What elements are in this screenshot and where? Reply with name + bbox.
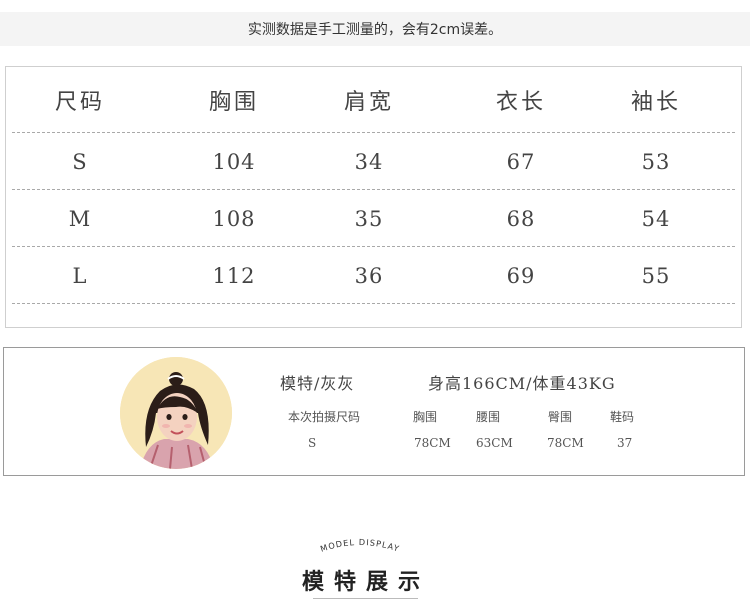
measurement-notice: 实测数据是手工测量的，会有2cm误差。 bbox=[0, 12, 750, 46]
cell-bust: 108 bbox=[212, 206, 256, 231]
model-header-bust: 胸围 bbox=[413, 410, 438, 424]
cell-length: 68 bbox=[506, 206, 536, 231]
header-shoulder: 肩宽 bbox=[343, 90, 395, 115]
cell-length: 67 bbox=[506, 149, 536, 174]
model-avatar bbox=[120, 357, 232, 469]
model-value-waist: 63CM bbox=[476, 436, 513, 450]
model-info-card: 模特/灰灰 身高166CM/体重43KG 本次拍摄尺码 胸围 腰围 臀围 鞋码 … bbox=[3, 347, 745, 476]
cell-sleeve: 54 bbox=[641, 206, 671, 231]
model-display-arc-caption: MODEL DISPLAY bbox=[319, 537, 401, 554]
cell-bust: 104 bbox=[212, 149, 256, 174]
size-table-header: 尺码 胸围 肩宽 衣长 袖长 bbox=[6, 67, 741, 133]
cell-bust: 112 bbox=[212, 263, 256, 288]
cell-shoulder: 35 bbox=[354, 206, 384, 231]
model-header-size: 本次拍摄尺码 bbox=[288, 410, 361, 424]
title-underline bbox=[313, 598, 418, 599]
model-display-title: 模特展示 bbox=[301, 570, 431, 595]
cell-size: M bbox=[68, 206, 92, 231]
header-size: 尺码 bbox=[54, 90, 106, 115]
cell-length: 69 bbox=[506, 263, 536, 288]
model-portrait-illustration bbox=[120, 357, 232, 469]
model-display-en-text: MODEL DISPLAY bbox=[319, 537, 401, 554]
header-bust: 胸围 bbox=[208, 90, 260, 115]
model-header-hip: 臀围 bbox=[548, 410, 573, 424]
cell-size: L bbox=[72, 263, 88, 288]
table-row: L 112 36 69 55 bbox=[6, 247, 741, 304]
model-value-hip: 78CM bbox=[547, 436, 584, 450]
cell-size: S bbox=[72, 149, 88, 174]
model-value-bust: 78CM bbox=[414, 436, 451, 450]
header-length: 衣长 bbox=[495, 90, 547, 115]
model-header-waist: 腰围 bbox=[476, 410, 501, 424]
header-sleeve: 袖长 bbox=[630, 90, 682, 115]
model-value-size: S bbox=[308, 436, 317, 450]
cell-sleeve: 53 bbox=[641, 149, 671, 174]
cell-shoulder: 34 bbox=[354, 149, 384, 174]
model-header-shoe: 鞋码 bbox=[610, 410, 635, 424]
model-value-shoe: 37 bbox=[617, 436, 633, 450]
model-name: 模特/灰灰 bbox=[280, 374, 355, 393]
cell-sleeve: 55 bbox=[641, 263, 671, 288]
table-row: S 104 34 67 53 bbox=[6, 133, 741, 190]
model-body-stats: 身高166CM/体重43KG bbox=[428, 374, 616, 393]
size-chart: 尺码 胸围 肩宽 衣长 袖长 S 104 34 67 53 M 108 35 6… bbox=[5, 66, 742, 328]
table-row: M 108 35 68 54 bbox=[6, 190, 741, 247]
cell-shoulder: 36 bbox=[354, 263, 384, 288]
size-table: 尺码 胸围 肩宽 衣长 袖长 S 104 34 67 53 M 108 35 6… bbox=[6, 67, 741, 304]
